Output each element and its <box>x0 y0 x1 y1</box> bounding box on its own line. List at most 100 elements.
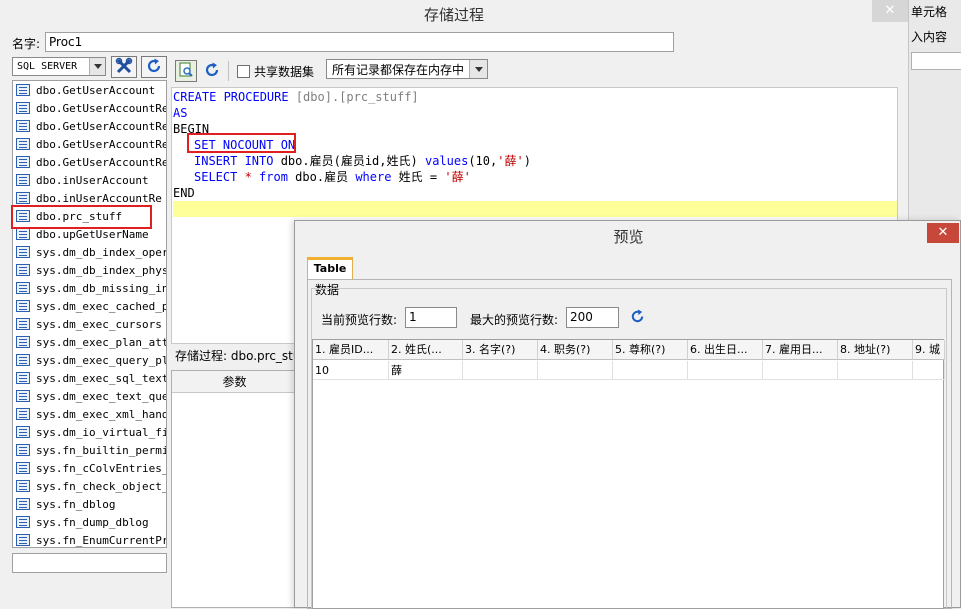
column-header[interactable]: 5. 尊称(?) <box>613 340 688 360</box>
preview-grid[interactable]: 1. 雇员ID... 2. 姓氏(... 3. 名字(?) 4. 职务(?) 5. 尊称… <box>312 339 945 609</box>
refresh-list-button[interactable] <box>141 56 167 78</box>
column-header[interactable]: 2. 姓氏(... <box>389 340 463 360</box>
code-token: * <box>237 170 260 184</box>
close-icon[interactable]: ✕ <box>927 223 959 243</box>
column-header[interactable]: 6. 出生日... <box>688 340 763 360</box>
procedure-icon <box>16 426 30 438</box>
max-rows-label: 最大的预览行数: <box>470 313 559 327</box>
list-item[interactable]: dbo.inUserAccount <box>13 171 166 189</box>
list-item[interactable]: sys.dm_exec_sql_text <box>13 369 166 387</box>
table-cell[interactable]: 10 <box>313 361 389 380</box>
database-select-value: SQL SERVER <box>17 61 78 72</box>
list-item[interactable]: sys.fn_check_object_s <box>13 477 166 495</box>
procedure-icon <box>16 192 30 204</box>
content-input[interactable] <box>911 52 961 70</box>
procedure-icon <box>16 84 30 96</box>
table-cell[interactable] <box>538 361 613 380</box>
toolbar-divider <box>228 61 229 81</box>
preview-button[interactable] <box>175 60 197 82</box>
procedure-icon <box>16 156 30 168</box>
list-item[interactable]: sys.dm_db_index_phys <box>13 261 166 279</box>
table-cell[interactable] <box>913 361 945 380</box>
content-label: 入内容 <box>911 30 948 44</box>
max-rows-input[interactable]: 200 <box>566 307 619 328</box>
list-item-label: sys.fn_dblog <box>36 497 116 511</box>
current-rows-input[interactable]: 1 <box>405 307 457 328</box>
list-item[interactable]: sys.dm_exec_xml_handl <box>13 405 166 423</box>
code-line: CREATE PROCEDURE [dbo].[prc_stuff] <box>172 89 897 105</box>
table-cell[interactable] <box>463 361 538 380</box>
procedure-icon <box>16 300 30 312</box>
list-item[interactable]: dbo.GetUserAccountRe <box>13 153 166 171</box>
code-token: dbo.雇员 <box>287 170 356 184</box>
procedure-icon <box>16 480 30 492</box>
list-item-label: sys.fn_check_object_s <box>36 479 166 493</box>
list-item[interactable]: sys.dm_exec_text_quer <box>13 387 166 405</box>
column-header[interactable]: 4. 职务(?) <box>538 340 613 360</box>
procedure-icon <box>16 498 30 510</box>
refresh-button[interactable] <box>203 62 221 80</box>
list-item-label: sys.dm_io_virtual_fil <box>36 425 166 439</box>
procedure-icon <box>16 318 30 330</box>
table-cell[interactable]: 薛 <box>389 361 463 380</box>
close-icon[interactable]: ✕ <box>872 0 908 22</box>
procedure-icon <box>16 462 30 474</box>
list-item-label: dbo.inUserAccountRe <box>36 191 162 205</box>
procedure-icon <box>16 390 30 402</box>
refresh-preview-button[interactable] <box>628 309 646 327</box>
table-cell[interactable] <box>613 361 688 380</box>
code-token: 姓氏 = <box>391 170 445 184</box>
column-header[interactable]: 1. 雇员ID... <box>313 340 389 360</box>
list-item[interactable]: dbo.GetUserAccountRe <box>13 99 166 117</box>
name-input[interactable]: Proc1 <box>45 32 674 52</box>
list-item[interactable]: dbo.GetUserAccountRe <box>13 117 166 135</box>
column-header[interactable]: 9. 城 <box>913 340 945 360</box>
list-item-label: sys.dm_exec_plan_attr <box>36 335 166 349</box>
list-item[interactable]: sys.fn_EnumCurrentPri <box>13 531 166 547</box>
procedure-label: 存储过程: dbo.prc_stu <box>175 349 295 363</box>
refresh-icon <box>204 62 220 81</box>
code-line: INSERT INTO dbo.雇员(雇员id,姓氏) values(10,'薛… <box>172 153 897 169</box>
database-select[interactable]: SQL SERVER <box>12 57 106 76</box>
parameters-table[interactable]: 参数 <box>171 370 298 608</box>
table-cell[interactable] <box>688 361 763 380</box>
share-dataset-checkbox[interactable] <box>237 65 250 78</box>
column-header[interactable]: 3. 名字(?) <box>463 340 538 360</box>
code-token: INSERT INTO <box>194 154 274 168</box>
procedure-list[interactable]: dbo.GetUserAccount dbo.GetUserAccountRe db… <box>12 80 167 548</box>
list-item[interactable]: sys.dm_exec_plan_attr <box>13 333 166 351</box>
list-item-label: sys.fn_EnumCurrentPri <box>36 533 166 547</box>
list-item[interactable]: dbo.GetUserAccountRe <box>13 135 166 153</box>
procedure-icon <box>16 372 30 384</box>
list-item-label: sys.dm_exec_xml_handl <box>36 407 166 421</box>
code-token: (10, <box>468 154 498 168</box>
wrench-icon <box>115 57 133 78</box>
list-item[interactable]: sys.dm_exec_cursors <box>13 315 166 333</box>
code-token: [prc_stuff] <box>339 90 419 104</box>
list-item[interactable]: dbo.GetUserAccount <box>13 81 166 99</box>
list-item[interactable]: sys.fn_cColvEntries_8 <box>13 459 166 477</box>
list-item[interactable]: sys.fn_dump_dblog <box>13 513 166 531</box>
memory-mode-select[interactable]: 所有记录都保存在内存中 <box>326 59 488 79</box>
list-item[interactable]: sys.dm_db_missing_in <box>13 279 166 297</box>
procedure-icon <box>16 282 30 294</box>
column-header[interactable]: 8. 地址(?) <box>838 340 913 360</box>
refresh-icon <box>146 58 162 77</box>
list-item[interactable]: sys.dm_exec_query_pla <box>13 351 166 369</box>
list-item-label: sys.fn_builtin_permis <box>36 443 166 457</box>
table-cell[interactable] <box>763 361 838 380</box>
list-item-label: sys.dm_exec_sql_text <box>36 371 166 385</box>
list-item[interactable]: sys.fn_builtin_permis <box>13 441 166 459</box>
list-item[interactable]: sys.dm_exec_cached_pl <box>13 297 166 315</box>
list-item[interactable]: sys.fn_dblog <box>13 495 166 513</box>
list-item[interactable]: sys.dm_db_index_opera <box>13 243 166 261</box>
filter-input[interactable] <box>12 553 167 573</box>
list-item-label: sys.dm_exec_cached_pl <box>36 299 166 313</box>
column-header[interactable]: 7. 雇用日... <box>763 340 838 360</box>
table-cell[interactable] <box>838 361 913 380</box>
list-item-label: sys.dm_db_index_phys <box>36 263 166 277</box>
list-item[interactable]: sys.dm_io_virtual_fil <box>13 423 166 441</box>
tools-button[interactable] <box>111 56 137 78</box>
preview-icon <box>178 62 194 81</box>
tab-table[interactable]: Table <box>307 257 353 279</box>
